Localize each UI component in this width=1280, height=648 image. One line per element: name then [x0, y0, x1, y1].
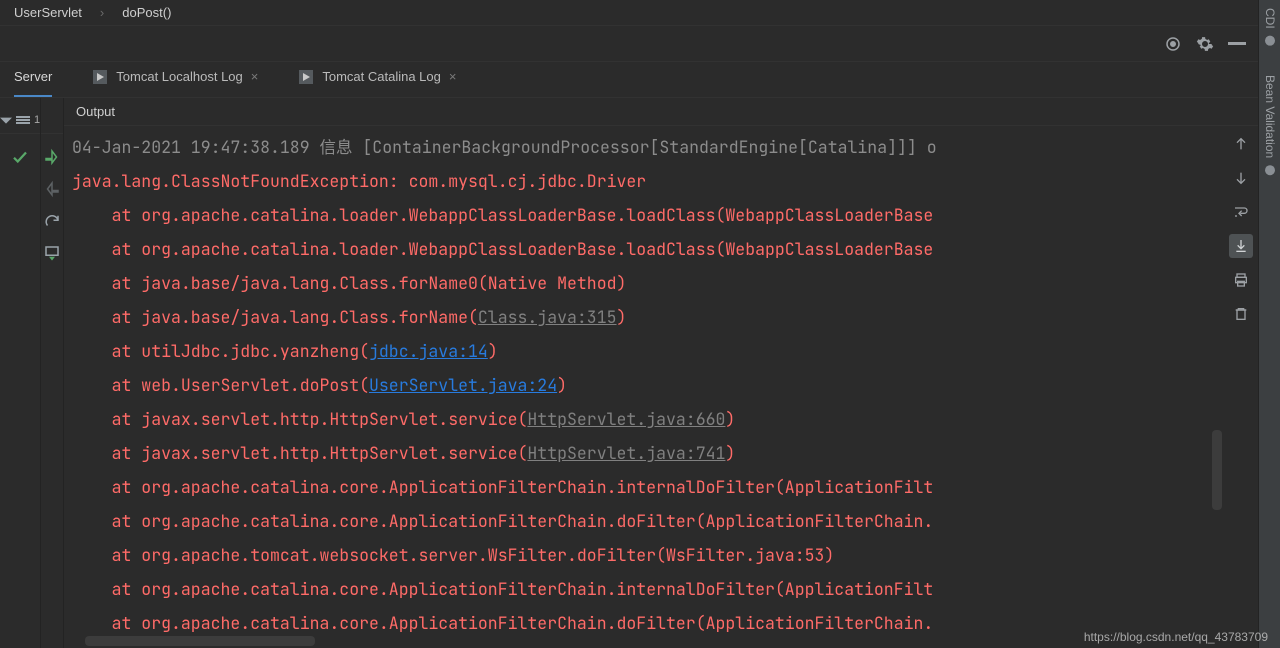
scrollbar-vertical[interactable]: [1212, 430, 1222, 510]
tab-label: Server: [14, 69, 52, 84]
tab-label: Tomcat Catalina Log: [322, 69, 441, 84]
console-output[interactable]: 04-Jan-2021 19:47:38.189 信息 [ContainerBa…: [64, 126, 1224, 648]
breadcrumb-method[interactable]: doPost(): [122, 5, 171, 20]
rail-item-bean-validation[interactable]: Bean Validation: [1263, 75, 1277, 176]
scroll-up-icon[interactable]: [1229, 132, 1253, 156]
download-icon[interactable]: [43, 244, 61, 262]
undeploy-icon[interactable]: [43, 180, 61, 198]
play-icon: [298, 69, 314, 85]
close-icon[interactable]: ×: [251, 69, 259, 84]
thread-count: 1: [34, 114, 40, 126]
check-icon: [11, 148, 29, 166]
tab-localhost-log[interactable]: Tomcat Localhost Log ×: [92, 62, 258, 97]
print-icon[interactable]: [1229, 268, 1253, 292]
breadcrumb: UserServlet › doPost(): [0, 0, 1258, 26]
minimize-icon[interactable]: [1228, 35, 1246, 53]
deploy-icon[interactable]: [43, 148, 61, 166]
console-actions: [1224, 126, 1258, 648]
output-label: Output: [76, 104, 115, 119]
soft-wrap-icon[interactable]: [1229, 200, 1253, 224]
gear-icon[interactable]: [1196, 35, 1214, 53]
collapse-icon[interactable]: [0, 114, 12, 126]
scrollbar-horizontal[interactable]: [85, 636, 315, 646]
run-gutter: 1: [0, 98, 64, 648]
target-icon[interactable]: [1164, 35, 1182, 53]
source-link[interactable]: HttpServlet.java:741: [527, 442, 725, 464]
tab-server[interactable]: Server: [14, 62, 52, 97]
trash-icon[interactable]: [1229, 302, 1253, 326]
rail-item-cdi[interactable]: CDI: [1263, 8, 1277, 47]
source-link[interactable]: HttpServlet.java:660: [527, 408, 725, 430]
tab-label: Tomcat Localhost Log: [116, 69, 242, 84]
chevron-right-icon: ›: [100, 5, 104, 20]
source-link[interactable]: jdbc.java:14: [369, 340, 488, 362]
run-toolbar: [0, 26, 1258, 62]
right-tool-rail: CDI Bean Validation: [1258, 0, 1280, 648]
refresh-icon[interactable]: [43, 212, 61, 230]
breadcrumb-class[interactable]: UserServlet: [14, 5, 82, 20]
scroll-down-icon[interactable]: [1229, 166, 1253, 190]
play-icon: [92, 69, 108, 85]
source-link[interactable]: UserServlet.java:24: [369, 374, 557, 396]
run-tabs: Server Tomcat Localhost Log × Tomcat Cat…: [0, 62, 1258, 98]
source-link[interactable]: Class.java:315: [478, 306, 617, 328]
close-icon[interactable]: ×: [449, 69, 457, 84]
tab-catalina-log[interactable]: Tomcat Catalina Log ×: [298, 62, 456, 97]
output-header: Output: [64, 98, 1258, 126]
scroll-to-end-icon[interactable]: [1229, 234, 1253, 258]
threads-icon: [16, 115, 30, 125]
